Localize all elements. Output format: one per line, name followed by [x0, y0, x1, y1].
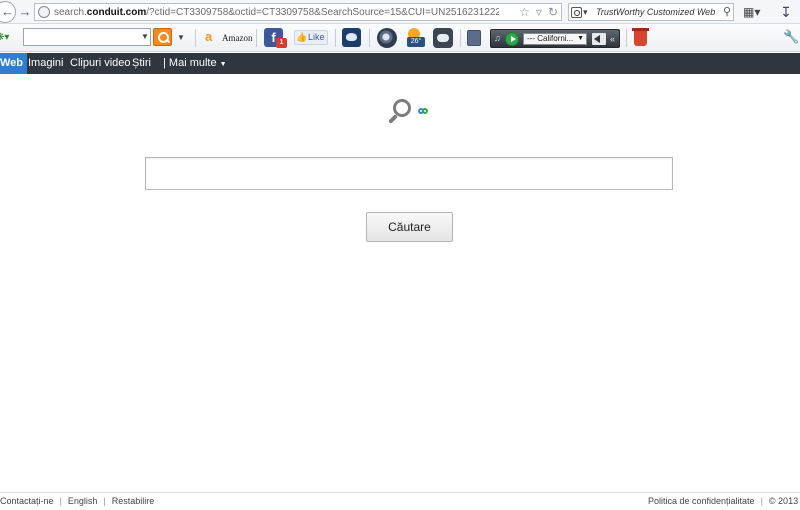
browser-search-placeholder: TrustWorthy Customized Web S: [596, 7, 716, 17]
tab-more-label: | Mai multe: [163, 57, 217, 69]
footer-legal: Politica de confidențialitate | © 2013 C: [648, 493, 800, 510]
reload-icon[interactable]: ↻: [548, 5, 558, 20]
page-footer: Contactați-ne | English | Restabilire Politi…: [0, 492, 800, 510]
radio-icon[interactable]: [377, 28, 397, 48]
search-logo-icon: [388, 97, 432, 129]
magnifier-handle: [388, 114, 398, 124]
search-engine-icon[interactable]: ▾: [571, 6, 593, 19]
conduit-toolbar: ❋▾ ▼ ▼ a Amazon f 1 Like 26° ♫ --- Calif…: [0, 24, 800, 52]
tab-news[interactable]: Știri: [128, 53, 155, 74]
forward-button[interactable]: →: [17, 4, 33, 20]
wrench-icon[interactable]: 🔧: [783, 30, 799, 44]
search-tabs-bar: Web Imagini Clipuri video Știri | Mai mu…: [0, 53, 800, 74]
toolbar-search-input[interactable]: [23, 28, 151, 46]
toolbar-separator: [369, 29, 370, 47]
footer-separator: |: [760, 496, 763, 506]
url-rest: /?ctid=CT3309758&octid=CT3309758&SearchS…: [146, 7, 499, 18]
facebook-notification-badge: 1: [276, 38, 287, 48]
bookmark-star-icon[interactable]: ☆: [519, 5, 530, 20]
weather-icon[interactable]: 26°: [405, 28, 425, 48]
copyright-text: © 2013 C: [768, 496, 800, 506]
page-icon: [38, 6, 50, 18]
privacy-link[interactable]: Politica de confidențialitate: [648, 496, 755, 506]
chevron-down-icon: ▼: [577, 35, 584, 42]
address-bar[interactable]: search.conduit.com/?ctid=CT3309758&octid…: [34, 3, 562, 21]
contact-link[interactable]: Contactați-ne: [0, 496, 54, 506]
footer-links: Contactați-ne | English | Restabilire: [0, 493, 154, 510]
toolbar-logo-icon[interactable]: ❋▾: [0, 30, 16, 46]
amazon-icon[interactable]: a: [205, 29, 219, 45]
trash-icon[interactable]: [632, 28, 649, 46]
download-icon[interactable]: ↧: [778, 3, 794, 21]
play-icon[interactable]: [505, 32, 519, 46]
url-text[interactable]: search.conduit.com/?ctid=CT3309758&octid…: [54, 6, 499, 19]
english-link[interactable]: English: [68, 496, 98, 506]
station-select[interactable]: --- Californi... ▼: [523, 33, 587, 45]
toolbar-search-menu-icon[interactable]: ▼: [177, 33, 185, 42]
tab-more[interactable]: | Mai multe ▼: [159, 53, 231, 74]
tab-videos[interactable]: Clipuri video: [66, 53, 135, 74]
amazon-label[interactable]: Amazon: [222, 32, 253, 44]
weather-temperature: 26°: [407, 37, 425, 47]
player-collapse-button[interactable]: «: [610, 33, 615, 45]
toolbar-search-dropdown-icon[interactable]: ▼: [141, 32, 149, 41]
main-search-input[interactable]: [145, 157, 673, 190]
url-domain: conduit.com: [86, 7, 147, 18]
tab-web[interactable]: Web: [0, 53, 28, 74]
back-button[interactable]: ←: [0, 1, 16, 23]
search-go-icon[interactable]: ⚲: [723, 5, 731, 19]
browser-nav-bar: ← → search.conduit.com/?ctid=CT3309758&o…: [0, 0, 800, 24]
address-bar-actions: ☆ ▿ ↻: [519, 5, 558, 20]
twitter-icon[interactable]: [342, 28, 361, 47]
games-icon[interactable]: [433, 28, 453, 48]
footer-separator: |: [103, 496, 106, 506]
toolbar-separator: [256, 29, 257, 47]
music-note-icon[interactable]: ♫: [494, 34, 502, 43]
url-prefix: search.: [54, 7, 87, 18]
music-icon[interactable]: [467, 30, 481, 46]
toolbar-separator: [335, 29, 336, 47]
bookmarks-menu-icon[interactable]: ▦▾: [743, 4, 765, 20]
radio-player: ♫ --- Californi... ▼ «: [490, 29, 620, 48]
browser-search-box[interactable]: ▾ TrustWorthy Customized Web S ⚲: [568, 3, 734, 21]
footer-separator: |: [59, 496, 62, 506]
toolbar-search-button[interactable]: [153, 28, 172, 46]
chevron-down-icon: ▼: [219, 61, 227, 68]
restore-link[interactable]: Restabilire: [112, 496, 155, 506]
toolbar-separator: [460, 29, 461, 47]
search-button[interactable]: Căutare: [366, 212, 453, 242]
volume-icon[interactable]: [592, 33, 606, 45]
history-dropdown-icon[interactable]: ▿: [536, 5, 542, 20]
toolbar-separator: [626, 29, 627, 47]
tab-images[interactable]: Imagini: [24, 53, 67, 74]
facebook-like-button[interactable]: Like: [294, 30, 328, 45]
logo-ring-green: [422, 108, 428, 114]
station-label: --- Californi...: [527, 34, 574, 43]
toolbar-separator: [195, 29, 196, 47]
